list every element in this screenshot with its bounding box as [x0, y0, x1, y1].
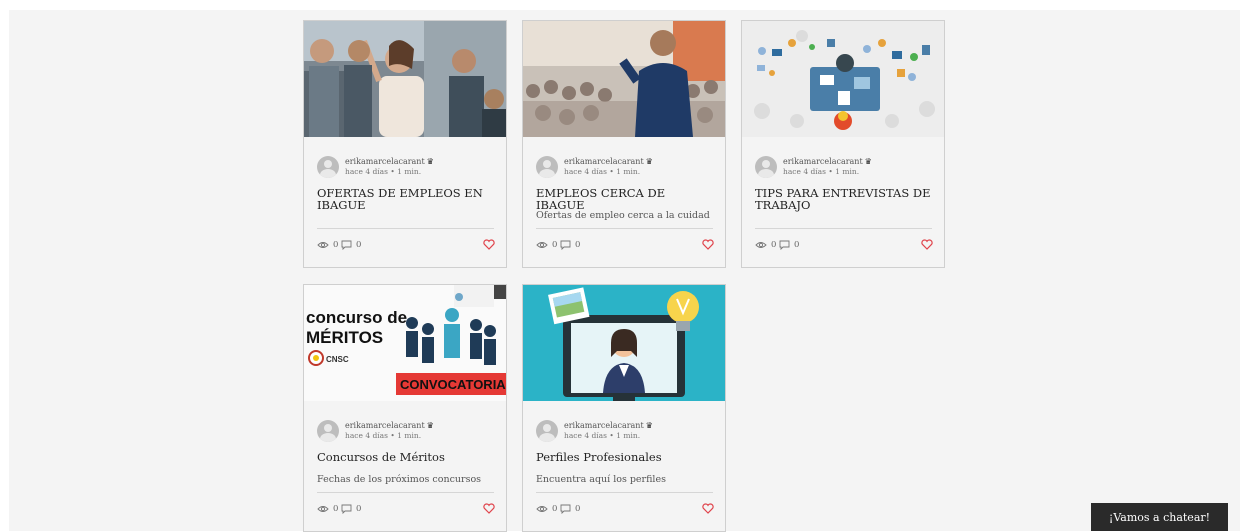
crown-icon: ♛ — [645, 421, 653, 430]
post-cover-image[interactable]: concurso de MÉRITOS CNSC CONVOCATORIA — [304, 285, 506, 401]
post-title[interactable]: OFERTAS DE EMPLEOS EN IBAGUE — [317, 187, 495, 211]
post-date: hace 4 días • 1 min. — [783, 167, 860, 176]
comment-icon — [560, 240, 571, 250]
post-date: hace 4 días • 1 min. — [345, 431, 422, 440]
comments-count: 0 — [560, 240, 580, 250]
blog-post-grid: erikamarcelacarant ♛ hace 4 días • 1 min.… — [0, 0, 1240, 532]
post-stats: 0 0 — [755, 239, 933, 254]
divider — [317, 492, 494, 493]
divider — [536, 228, 713, 229]
divider — [317, 228, 494, 229]
eye-icon — [536, 242, 548, 248]
post-stats: 0 0 — [536, 503, 714, 518]
eye-icon — [317, 506, 329, 512]
post-card[interactable]: erikamarcelacarant ♛ hace 4 días • 1 min.… — [522, 284, 726, 532]
heart-icon[interactable] — [483, 503, 495, 514]
post-cover-image[interactable] — [304, 21, 506, 137]
post-meta: erikamarcelacarant ♛ hace 4 días • 1 min. — [317, 156, 497, 180]
post-card[interactable]: erikamarcelacarant ♛ hace 4 días • 1 min.… — [522, 20, 726, 268]
avatar[interactable] — [536, 156, 558, 178]
image-text-badge: CNSC — [326, 355, 349, 364]
post-cover-image[interactable] — [523, 21, 725, 137]
heart-icon[interactable] — [921, 239, 933, 250]
crown-icon: ♛ — [426, 421, 434, 430]
crown-icon: ♛ — [864, 157, 872, 166]
views-count: 0 — [755, 240, 776, 250]
post-title[interactable]: TIPS PARA ENTREVISTAS DE TRABAJO — [755, 187, 933, 211]
post-date: hace 4 días • 1 min. — [564, 431, 641, 440]
post-excerpt: Encuentra aquí los perfiles — [536, 474, 666, 485]
post-stats: 0 0 — [536, 239, 714, 254]
comment-icon — [341, 504, 352, 514]
avatar[interactable] — [317, 156, 339, 178]
author-name[interactable]: erikamarcelacarant ♛ — [345, 421, 434, 430]
chat-button[interactable]: ¡Vamos a chatear! — [1091, 503, 1228, 531]
heart-icon[interactable] — [702, 239, 714, 250]
heart-icon[interactable] — [702, 503, 714, 514]
comments-count: 0 — [560, 504, 580, 514]
author-name[interactable]: erikamarcelacarant ♛ — [564, 157, 653, 166]
crown-icon: ♛ — [426, 157, 434, 166]
post-card[interactable]: erikamarcelacarant ♛ hace 4 días • 1 min.… — [303, 20, 507, 268]
eye-icon — [755, 242, 767, 248]
post-date: hace 4 días • 1 min. — [345, 167, 422, 176]
image-text-banner: CONVOCATORIA — [400, 377, 506, 392]
divider — [755, 228, 932, 229]
eye-icon — [317, 242, 329, 248]
post-excerpt: Fechas de los próximos concursos — [317, 474, 482, 485]
post-meta: erikamarcelacarant ♛ hace 4 días • 1 min. — [755, 156, 935, 180]
comment-icon — [341, 240, 352, 250]
author-name[interactable]: erikamarcelacarant ♛ — [783, 157, 872, 166]
avatar[interactable] — [536, 420, 558, 442]
comments-count: 0 — [779, 240, 799, 250]
avatar[interactable] — [317, 420, 339, 442]
comment-icon — [560, 504, 571, 514]
post-cover-image[interactable] — [742, 21, 944, 137]
post-title[interactable]: EMPLEOS CERCA DE IBAGUE — [536, 187, 714, 211]
views-count: 0 — [536, 240, 557, 250]
divider — [536, 492, 713, 493]
comment-icon — [779, 240, 790, 250]
comments-count: 0 — [341, 504, 361, 514]
post-card[interactable]: erikamarcelacarant ♛ hace 4 días • 1 min.… — [741, 20, 945, 268]
avatar[interactable] — [755, 156, 777, 178]
views-count: 0 — [317, 504, 338, 514]
post-stats: 0 0 — [317, 239, 495, 254]
post-card[interactable]: concurso de MÉRITOS CNSC CONVOCATORIA er… — [303, 284, 507, 532]
author-name[interactable]: erikamarcelacarant ♛ — [345, 157, 434, 166]
post-meta: erikamarcelacarant ♛ hace 4 días • 1 min. — [317, 420, 497, 444]
post-title[interactable]: Concursos de Méritos — [317, 451, 495, 463]
image-text-line2: MÉRITOS — [306, 328, 383, 347]
eye-icon — [536, 506, 548, 512]
post-cover-image[interactable] — [523, 285, 725, 401]
post-date: hace 4 días • 1 min. — [564, 167, 641, 176]
post-meta: erikamarcelacarant ♛ hace 4 días • 1 min. — [536, 420, 716, 444]
post-stats: 0 0 — [317, 503, 495, 518]
views-count: 0 — [317, 240, 338, 250]
heart-icon[interactable] — [483, 239, 495, 250]
views-count: 0 — [536, 504, 557, 514]
post-meta: erikamarcelacarant ♛ hace 4 días • 1 min. — [536, 156, 716, 180]
post-title[interactable]: Perfiles Profesionales — [536, 451, 714, 463]
crown-icon: ♛ — [645, 157, 653, 166]
image-text-line1: concurso de — [306, 308, 407, 327]
author-name[interactable]: erikamarcelacarant ♛ — [564, 421, 653, 430]
comments-count: 0 — [341, 240, 361, 250]
post-excerpt: Ofertas de empleo cerca a la cuidad — [536, 210, 710, 221]
